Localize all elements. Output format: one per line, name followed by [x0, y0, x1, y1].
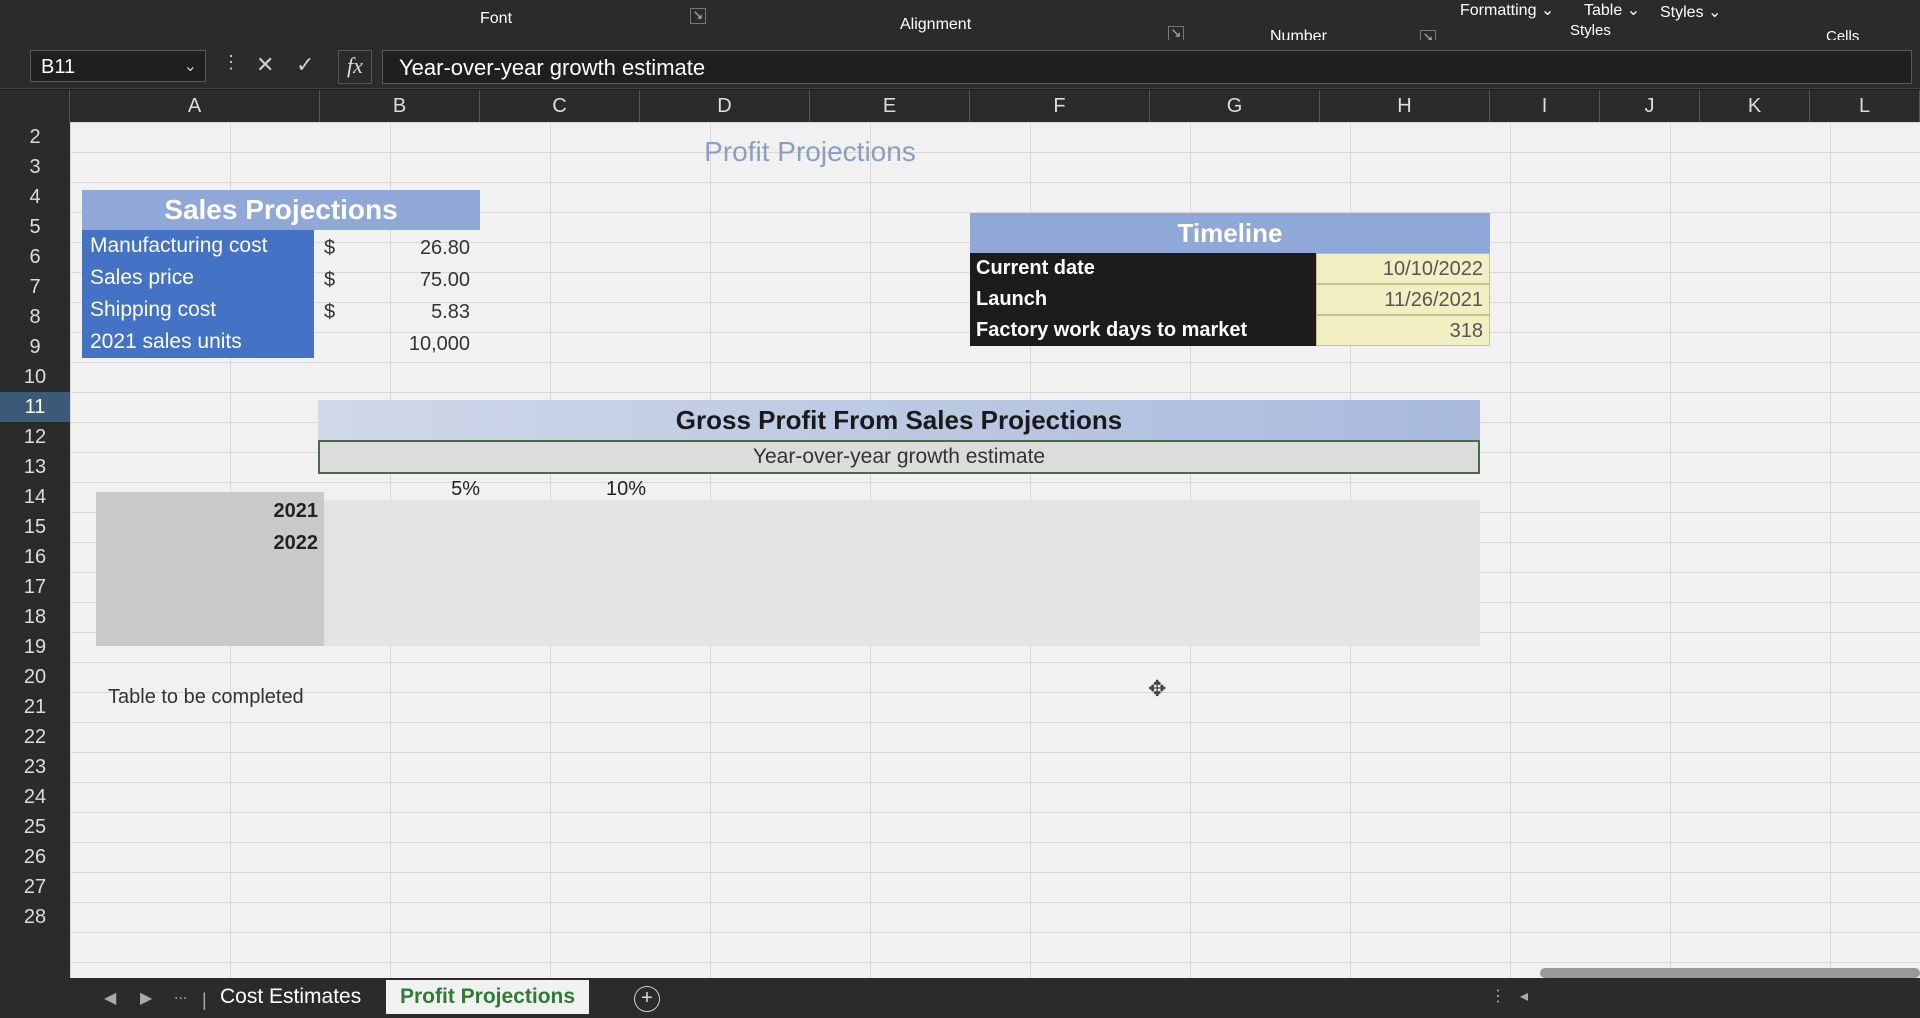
- tab-cost-estimates[interactable]: Cost Estimates: [206, 980, 375, 1014]
- more-sheets-ellipsis[interactable]: ...: [174, 986, 187, 1004]
- year-2021[interactable]: 2021: [170, 496, 319, 526]
- projection-table-area[interactable]: [324, 500, 1480, 646]
- timeline-label-launch[interactable]: Launch: [970, 284, 1316, 315]
- year-2022[interactable]: 2022: [170, 528, 319, 558]
- scroll-left-arrow-icon[interactable]: ◂: [1520, 986, 1528, 1006]
- insert-function-icon[interactable]: fx: [338, 50, 372, 84]
- name-box[interactable]: B11 ⌄: [30, 50, 206, 82]
- scroll-left-icon[interactable]: ◀: [104, 988, 116, 1008]
- sales-projections-title[interactable]: Sales Projections: [82, 190, 480, 230]
- column-headers: A B C D E F G H I J K L: [0, 90, 1920, 122]
- timeline-label-current-date[interactable]: Current date: [970, 253, 1316, 284]
- column-header-j[interactable]: J: [1600, 90, 1700, 122]
- column-header-e[interactable]: E: [810, 90, 970, 122]
- column-header-f[interactable]: F: [970, 90, 1150, 122]
- column-header-a[interactable]: A: [70, 90, 320, 122]
- horizontal-scrollbar[interactable]: [1540, 968, 1920, 978]
- font-dialog-launcher-icon[interactable]: ↘: [690, 8, 706, 24]
- add-sheet-icon[interactable]: +: [634, 986, 660, 1012]
- row-header-3[interactable]: 3: [0, 152, 70, 182]
- sales-label-sales-price[interactable]: Sales price: [82, 262, 314, 294]
- sales-value-manufacturing-cost[interactable]: 26.80: [354, 232, 470, 264]
- row-header-6[interactable]: 6: [0, 242, 70, 272]
- row-header-7[interactable]: 7: [0, 272, 70, 302]
- timeline-value-work-days[interactable]: 318: [1316, 315, 1490, 346]
- row-header-14[interactable]: 14: [0, 482, 70, 512]
- sales-value-shipping-cost[interactable]: 5.83: [354, 296, 470, 328]
- tab-profit-projections[interactable]: Profit Projections: [386, 980, 590, 1014]
- row-header-27[interactable]: 27: [0, 872, 70, 902]
- row-header-23[interactable]: 23: [0, 752, 70, 782]
- sheet-title: Profit Projections: [704, 136, 916, 167]
- column-header-b[interactable]: B: [320, 90, 480, 122]
- column-header-i[interactable]: I: [1490, 90, 1600, 122]
- row-header-5[interactable]: 5: [0, 212, 70, 242]
- name-box-value: B11: [41, 56, 76, 78]
- select-all-corner[interactable]: [0, 90, 70, 122]
- row-header-28[interactable]: 28: [0, 902, 70, 932]
- row-header-2[interactable]: 2: [0, 122, 70, 152]
- row-headers: 2 3 4 5 6 7 8 9 10 11 12 13 14 15 16 17 18 19 20 21 22 23 24 25…: [0, 122, 70, 980]
- ribbon: Font ↘ Alignment ↘ Number ↘ Formatting ⌄…: [0, 0, 1920, 46]
- cell-cursor-icon: ✥: [1148, 676, 1167, 701]
- sales-value-sales-price[interactable]: 75.00: [354, 264, 470, 296]
- scroll-right-icon[interactable]: ▶: [140, 988, 152, 1008]
- currency-symbol: $: [324, 301, 336, 323]
- row-header-24[interactable]: 24: [0, 782, 70, 812]
- currency-symbol: $: [324, 269, 336, 291]
- conditional-formatting-button[interactable]: Formatting ⌄: [1460, 0, 1554, 20]
- timeline-value-launch[interactable]: 11/26/2021: [1316, 284, 1490, 315]
- column-header-h[interactable]: H: [1320, 90, 1490, 122]
- currency-symbol: $: [324, 237, 336, 259]
- ribbon-group-styles: Styles: [1570, 22, 1611, 39]
- scrollbar-options-icon[interactable]: ⋮: [1490, 986, 1506, 1006]
- table-note[interactable]: Table to be completed: [108, 682, 408, 712]
- cell-styles-button[interactable]: Styles ⌄: [1660, 2, 1721, 22]
- row-header-26[interactable]: 26: [0, 842, 70, 872]
- formula-input[interactable]: Year-over-year growth estimate: [382, 50, 1912, 84]
- column-header-g[interactable]: G: [1150, 90, 1320, 122]
- row-header-8[interactable]: 8: [0, 302, 70, 332]
- confirm-entry-icon[interactable]: ✓: [296, 52, 314, 78]
- sheet-tab-bar: ◀ ▶ ... | Cost Estimates Profit Projecti…: [0, 978, 1920, 1018]
- row-header-25[interactable]: 25: [0, 812, 70, 842]
- ribbon-group-alignment: Alignment: [900, 16, 972, 33]
- row-header-22[interactable]: 22: [0, 722, 70, 752]
- timeline-value-current-date[interactable]: 10/10/2022: [1316, 253, 1490, 284]
- row-header-12[interactable]: 12: [0, 422, 70, 452]
- column-header-l[interactable]: L: [1810, 90, 1920, 122]
- ribbon-group-font: Font: [480, 10, 513, 27]
- row-header-20[interactable]: 20: [0, 662, 70, 692]
- row-header-21[interactable]: 21: [0, 692, 70, 722]
- selected-cell-growth-estimate[interactable]: Year-over-year growth estimate: [318, 440, 1480, 474]
- sales-label-shipping-cost[interactable]: Shipping cost: [82, 294, 314, 326]
- row-header-9[interactable]: 9: [0, 332, 70, 362]
- row-header-13[interactable]: 13: [0, 452, 70, 482]
- row-header-4[interactable]: 4: [0, 182, 70, 212]
- cancel-entry-icon[interactable]: ✕: [256, 52, 274, 78]
- row-header-11[interactable]: 11: [0, 392, 70, 422]
- chevron-down-icon[interactable]: ⌄: [184, 51, 197, 83]
- row-header-18[interactable]: 18: [0, 602, 70, 632]
- timeline-title[interactable]: Timeline: [970, 213, 1490, 253]
- column-header-d[interactable]: D: [640, 90, 810, 122]
- column-header-k[interactable]: K: [1700, 90, 1810, 122]
- sales-label-sales-units[interactable]: 2021 sales units: [82, 326, 314, 358]
- row-header-17[interactable]: 17: [0, 572, 70, 602]
- format-as-table-button[interactable]: Table ⌄: [1584, 0, 1640, 20]
- row-header-10[interactable]: 10: [0, 362, 70, 392]
- sales-value-sales-units[interactable]: 10,000: [354, 328, 470, 360]
- row-header-15[interactable]: 15: [0, 512, 70, 542]
- formula-bar: B11 ⌄ ⋮ ✕ ✓ fx Year-over-year growth est…: [0, 40, 1920, 89]
- column-header-c[interactable]: C: [480, 90, 640, 122]
- gross-profit-title[interactable]: Gross Profit From Sales Projections: [318, 400, 1480, 440]
- timeline-label-work-days[interactable]: Factory work days to market: [970, 315, 1316, 346]
- sales-label-manufacturing-cost[interactable]: Manufacturing cost: [82, 230, 314, 262]
- row-header-19[interactable]: 19: [0, 632, 70, 662]
- more-options-icon[interactable]: ⋮: [222, 52, 240, 73]
- row-header-16[interactable]: 16: [0, 542, 70, 572]
